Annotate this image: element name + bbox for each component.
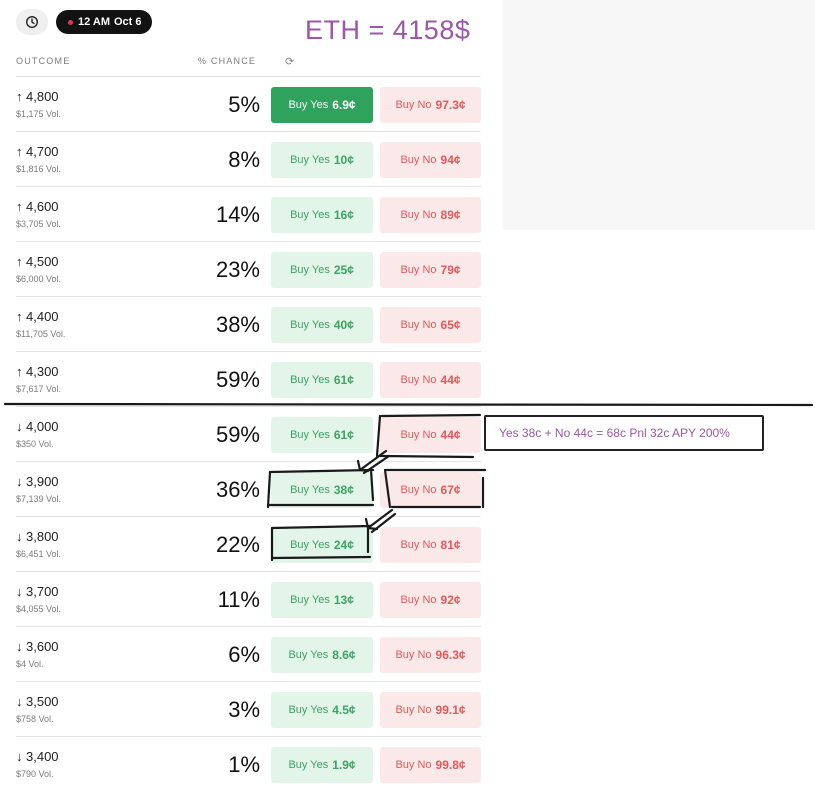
hand-drawn-markup <box>3 402 814 562</box>
highlight-box-no-44 <box>375 413 482 459</box>
highlight-box-yes-24 <box>270 524 372 562</box>
divider-line <box>3 402 814 407</box>
highlight-box-yes-38 <box>266 468 375 509</box>
highlight-box-no-67 <box>383 468 487 509</box>
arrow-to-yes-24 <box>364 508 397 534</box>
